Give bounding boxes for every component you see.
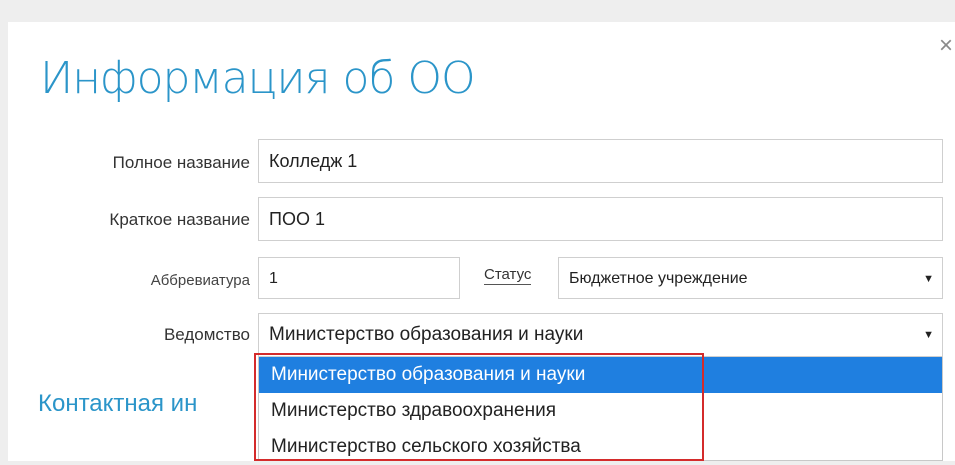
- caret-down-icon[interactable]: ▼: [923, 258, 934, 300]
- full-name-field[interactable]: Колледж 1: [258, 139, 943, 183]
- dialog-title: Информация об ОО: [40, 53, 476, 104]
- dropdown-option[interactable]: Министерство здравоохранения: [259, 393, 942, 429]
- caret-down-icon[interactable]: ▼: [923, 314, 934, 356]
- status-label[interactable]: Статус: [484, 266, 532, 285]
- department-select[interactable]: Министерство образования и науки ▼: [258, 313, 943, 357]
- status-select[interactable]: Бюджетное учреждение ▼: [558, 257, 943, 299]
- close-icon[interactable]: ×: [936, 34, 955, 58]
- department-label: Ведомство: [163, 325, 250, 344]
- dropdown-option[interactable]: Министерство сельского хозяйства: [259, 429, 942, 465]
- department-dropdown-list: Министерство образования и науки Министе…: [258, 357, 943, 461]
- dropdown-option[interactable]: Министерство образования и науки: [259, 357, 942, 393]
- full-name-label: Полное название: [112, 153, 250, 172]
- department-selected-value: Министерство образования и науки: [269, 324, 584, 345]
- short-name-label: Краткое название: [109, 210, 250, 229]
- abbreviation-field[interactable]: 1: [258, 257, 460, 299]
- status-selected-value: Бюджетное учреждение: [569, 270, 748, 287]
- contact-section-title: Контактная ин: [38, 390, 198, 417]
- short-name-field[interactable]: ПОО 1: [258, 197, 943, 241]
- abbreviation-label: Аббревиатура: [150, 272, 250, 289]
